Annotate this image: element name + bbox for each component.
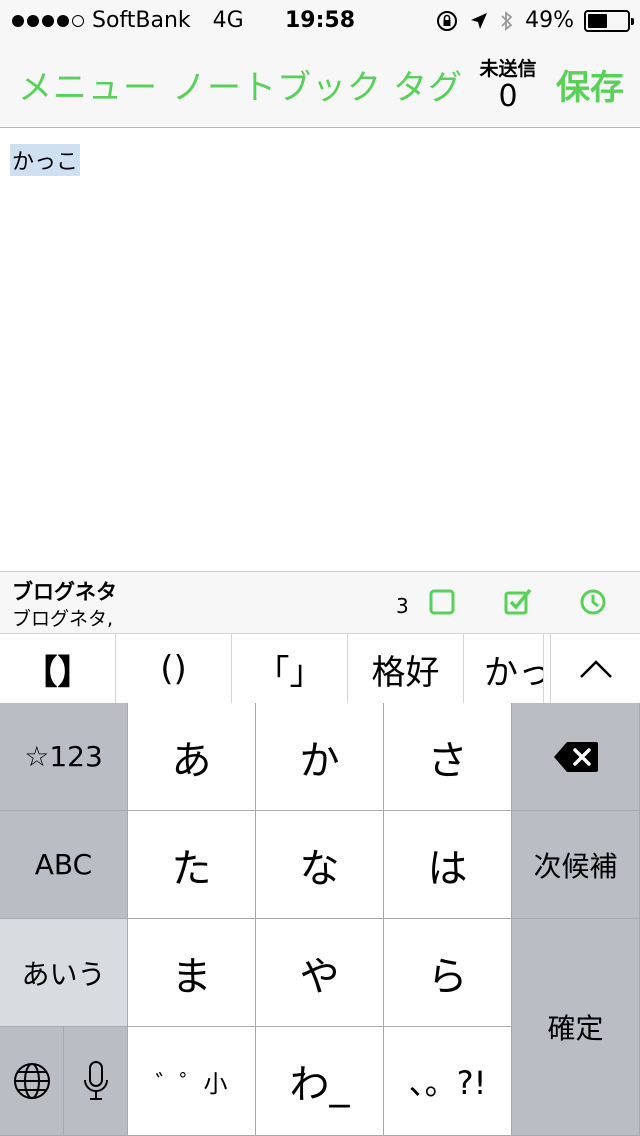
menu-button[interactable]: メニュー [18,60,158,109]
key-dakuten[interactable]: ゛゜小 [128,1027,256,1136]
key-ka[interactable]: か [256,703,384,811]
note-tags[interactable]: ブログネタ, [12,604,113,631]
key-sa[interactable]: さ [384,703,512,811]
status-bar: SoftBank 4G 19:58 49% [0,0,640,40]
key-ya[interactable]: や [256,919,384,1027]
editor-text[interactable]: かっこ [10,144,81,176]
unsent-counter[interactable]: 未送信 0 [474,54,542,114]
candidate-2[interactable]: () [116,634,232,704]
key-ha[interactable]: は [384,811,512,919]
candidate-4[interactable]: 格好 [348,634,464,704]
key-ra[interactable]: ら [384,919,512,1027]
reminder-count: 3 [396,594,409,618]
expand-candidates-button[interactable] [550,634,640,704]
kana-mode-key[interactable]: あいう [0,919,128,1027]
checkbox-empty-icon[interactable] [428,588,456,616]
note-info-bar: ブログネタ ブログネタ, 3 [0,571,640,633]
candidate-bar: 【】 () 「」 格好 かっ [0,633,640,704]
microphone-icon [83,1061,108,1100]
candidate-5[interactable]: かっ [464,634,544,704]
key-ma[interactable]: ま [128,919,256,1027]
checkbox-checked-icon[interactable] [503,588,533,616]
key-a[interactable]: あ [128,703,256,811]
key-na[interactable]: な [256,811,384,919]
key-punctuation[interactable]: 、。?! [384,1027,512,1136]
bluetooth-icon [501,10,513,31]
battery-icon [584,9,634,32]
save-button[interactable]: 保存 [556,60,624,109]
unsent-count: 0 [498,79,518,114]
abc-key[interactable]: ABC [0,811,128,919]
note-editor[interactable]: かっこ [0,128,640,571]
microphone-key[interactable] [64,1027,128,1136]
notebook-button[interactable]: ノートブック [172,60,382,109]
delete-icon [553,741,598,772]
lock-rotation-icon [437,10,458,31]
key-wa[interactable]: わ_ [256,1027,384,1136]
nav-bar: メニュー ノートブック タグ 未送信 0 保存 [0,40,640,128]
key-ta[interactable]: た [128,811,256,919]
tag-button[interactable]: タグ [393,60,463,109]
candidate-1[interactable]: 【】 [0,634,116,704]
battery-percent: 49% [525,8,574,33]
location-arrow-icon [471,12,488,29]
delete-key[interactable] [512,703,640,811]
unsent-label: 未送信 [479,58,537,80]
note-title[interactable]: ブログネタ [12,576,117,606]
clock-icon[interactable] [579,588,607,616]
globe-icon [13,1063,50,1099]
globe-key[interactable] [0,1027,64,1136]
candidate-3[interactable]: 「」 [232,634,348,704]
chevron-up-icon [579,660,612,678]
confirm-key[interactable]: 確定 [512,919,640,1136]
keyboard: ☆123 ABC あいう あ か さ た な は ま や ら ゛゜小 わ_ 、。… [0,703,640,1136]
symbols-key[interactable]: ☆123 [0,703,128,811]
next-candidate-key[interactable]: 次候補 [512,811,640,919]
status-right: 49% [435,8,634,33]
